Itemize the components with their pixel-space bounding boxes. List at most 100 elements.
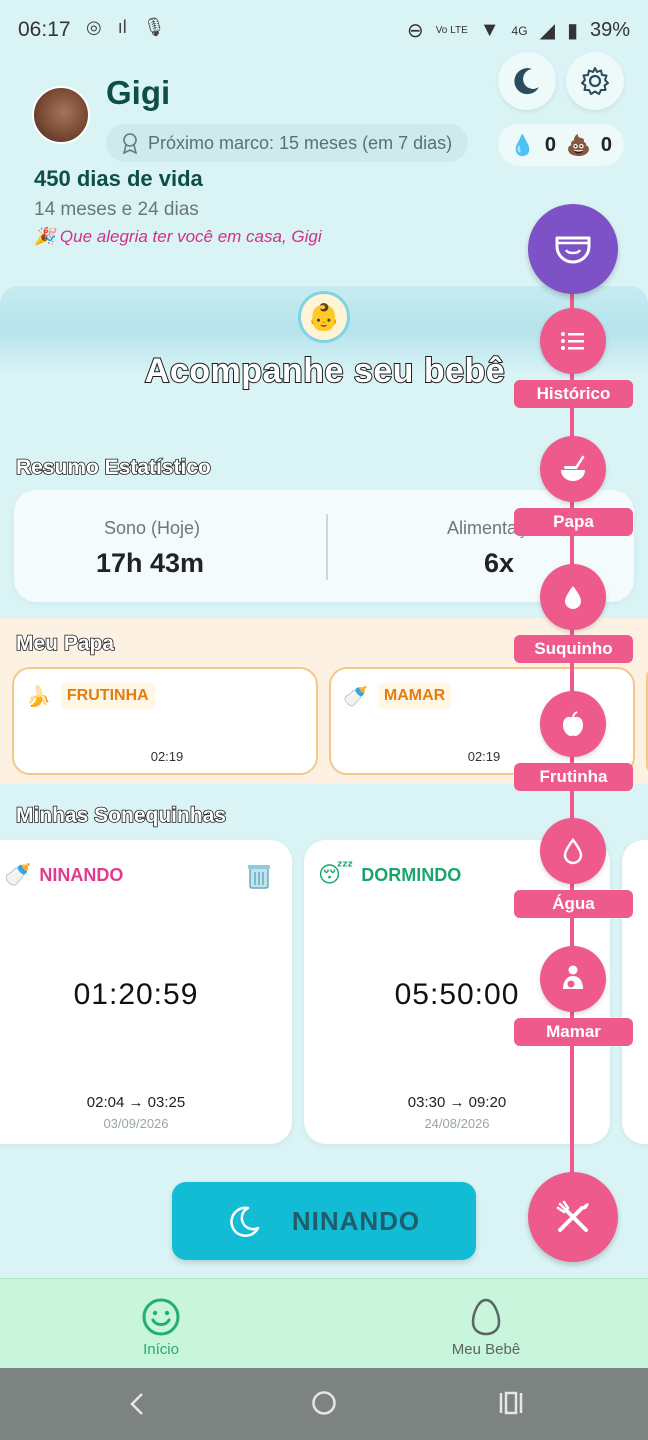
system-navigation-bar <box>0 1368 648 1440</box>
trash-icon[interactable] <box>246 862 272 895</box>
fork-knife-icon <box>556 1200 589 1232</box>
status-time: 06:17 <box>18 18 71 41</box>
home-button[interactable] <box>311 1390 337 1421</box>
water-button[interactable] <box>540 818 606 884</box>
baby-age: 14 meses e 24 dias <box>34 199 199 220</box>
papa-card[interactable]: 🍌 FRUTINHA 02:19 <box>12 667 318 775</box>
volte-icon: Vo LTE <box>435 24 468 36</box>
water-count: 0 <box>544 133 556 156</box>
history-label[interactable]: Histórico <box>514 380 633 408</box>
egg-icon <box>471 1298 501 1336</box>
gear-icon <box>581 67 609 95</box>
fruit-button[interactable] <box>540 691 606 757</box>
apple-icon <box>563 711 583 736</box>
status-notification-icons: ◎ ıl 🎙 <box>86 17 166 38</box>
nap-status-label: DORMINDO <box>361 864 462 885</box>
juice-label[interactable]: Suquinho <box>514 635 633 663</box>
nap-date: 24/08/2026 <box>424 1116 490 1131</box>
circle-home-icon <box>312 1391 336 1415</box>
diaper-icon <box>555 236 591 264</box>
wifi-icon: ▼ <box>479 19 500 41</box>
banana-icon: 🍌 <box>26 685 51 708</box>
milestone-chip: Próximo marco: 15 meses (em 7 dias) <box>106 124 468 162</box>
nursing-label[interactable]: Mamar <box>514 1018 633 1046</box>
battery-level: 39% <box>589 19 630 41</box>
nav-label-my-baby: Meu Bebê <box>451 1341 521 1358</box>
list-icon <box>561 332 584 350</box>
sleep-label: Sono (Hoje) <box>104 518 201 538</box>
status-system-icons: ⊖ Vo LTE ▼ 4G ◢ ▮ 39% <box>407 18 630 43</box>
moon-icon <box>230 1206 260 1238</box>
nav-label-home: Início <box>143 1341 179 1358</box>
food-value: 6x <box>484 548 515 578</box>
moon-icon <box>514 68 539 95</box>
papa-label[interactable]: Papa <box>514 508 633 536</box>
baby-name: Gigi <box>106 74 171 111</box>
recents-icon <box>499 1391 523 1415</box>
bowl-icon <box>561 455 585 481</box>
nap-time-range: 03:30 → 09:20 <box>407 1094 507 1111</box>
water-label[interactable]: Água <box>514 890 633 918</box>
microphone-icon: 🎙 <box>142 17 166 37</box>
battery-icon: ▮ <box>566 20 578 42</box>
sleep-value: 17h 43m <box>96 548 205 578</box>
nav-item-home[interactable]: Início <box>121 1297 201 1358</box>
poop-count: 0 <box>600 133 613 156</box>
sleep-toggle-label: NINANDO <box>291 1205 421 1236</box>
baby-avatar[interactable] <box>32 86 90 144</box>
signal-icon: ◢ <box>539 20 555 42</box>
nap-card-peek <box>622 840 648 1144</box>
nursing-icon <box>563 965 583 989</box>
papa-card-label: FRUTINHA <box>60 683 155 709</box>
welcome-text: Que alegria ter você em casa, Gigi <box>59 227 322 246</box>
dark-mode-button[interactable] <box>498 52 556 110</box>
poop-icon: 💩 <box>566 134 591 157</box>
nap-timer: 01:20:59 <box>73 978 199 1011</box>
welcome-message: 🎉 Que alegria ter você em casa, Gigi <box>34 227 322 247</box>
papa-card-header: 🍼 MAMAR <box>343 683 452 709</box>
drop-icon <box>565 586 581 609</box>
instagram-icon: ◎ <box>86 17 102 37</box>
nursing-button[interactable] <box>540 946 606 1012</box>
papa-button[interactable] <box>540 436 606 502</box>
hero-title: Acompanhe seu bebê <box>144 351 506 391</box>
chevron-left-icon <box>130 1393 143 1415</box>
fruit-label[interactable]: Frutinha <box>514 763 633 791</box>
sleep-toggle-button[interactable]: NINANDO <box>172 1182 476 1260</box>
bottom-navigation: Início Meu Bebê <box>0 1278 648 1368</box>
nap-card-status: 😴 DORMINDO <box>318 862 461 888</box>
days-of-life: 450 dias de vida <box>34 166 203 191</box>
baby-emoji-icon: 👶 <box>298 291 350 343</box>
sleeping-face-icon: 😴 <box>318 862 354 887</box>
bottle-icon: 🍼 <box>343 685 368 708</box>
diaper-button[interactable] <box>528 204 618 294</box>
recents-button[interactable] <box>498 1390 524 1421</box>
diaper-counters[interactable]: 💧 0 💩 0 <box>498 124 624 166</box>
juice-button[interactable] <box>540 564 606 630</box>
bottle-icon: 🍼 <box>4 862 32 887</box>
stats-divider <box>326 514 328 580</box>
nap-card-status: 🍼 NINANDO <box>4 862 123 888</box>
food-menu-fab[interactable] <box>528 1172 618 1262</box>
nav-item-my-baby[interactable]: Meu Bebê <box>436 1297 536 1358</box>
papa-card-header: 🍌 FRUTINHA <box>26 683 155 709</box>
status-bar: 06:17 ◎ ıl 🎙 ⊖ Vo LTE ▼ 4G ◢ ▮ 39% <box>0 0 648 62</box>
water-drop-icon <box>563 837 583 865</box>
naps-section-title: Minhas Sonequinhas <box>15 803 227 828</box>
history-button[interactable] <box>540 308 606 374</box>
milestone-text: Próximo marco: 15 meses (em 7 dias) <box>148 132 453 153</box>
do-not-disturb-icon: ⊖ <box>406 20 424 42</box>
papa-card-time: 02:19 <box>150 749 184 764</box>
medal-icon <box>122 133 138 154</box>
nap-date: 03/09/2026 <box>103 1116 169 1131</box>
settings-button[interactable] <box>566 52 624 110</box>
water-drop-icon: 💧 <box>509 134 535 157</box>
back-button[interactable] <box>126 1390 148 1423</box>
stats-section-title: Resumo Estatístico <box>15 455 211 480</box>
audio-bars-icon: ıl <box>117 17 127 37</box>
party-icon: 🎉 <box>34 227 56 246</box>
smile-icon <box>142 1298 180 1336</box>
nap-card[interactable]: 🍼 NINANDO 01:20:59 02:04 → 03:25 03/09/2… <box>0 840 292 1144</box>
nap-time-range: 02:04 → 03:25 <box>86 1094 186 1111</box>
nap-status-label: NINANDO <box>39 864 124 885</box>
